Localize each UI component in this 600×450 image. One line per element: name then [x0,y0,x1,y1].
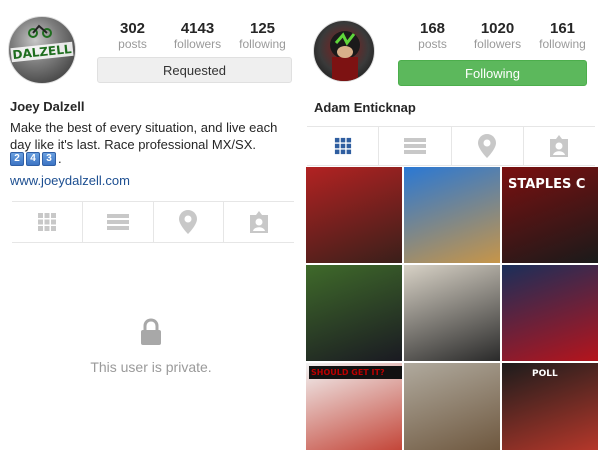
photo-thumbnail[interactable] [502,265,598,361]
tagged-photos-icon [550,135,569,157]
profile-avatar[interactable]: DALZELL [8,16,76,84]
stat-posts[interactable]: 302 posts [100,20,165,51]
stat-value: 125 [249,20,276,37]
profile-stats: 302 posts 4143 followers 125 following [100,20,295,51]
stat-label: following [239,37,286,51]
following-button[interactable]: Following [398,60,587,86]
location-pin-icon [179,210,198,234]
keycap-emoji: 4 [26,151,40,166]
keycap-emoji: 3 [42,151,56,166]
profile-avatar[interactable] [313,20,375,82]
stat-value: 161 [549,20,576,37]
tab-list[interactable] [379,127,452,165]
photo-grid: STAPLES C SHOULD GET IT? POLL [306,167,598,450]
photo-thumbnail[interactable]: STAPLES C [502,167,598,263]
stat-label: followers [173,37,222,51]
stat-label: posts [118,37,147,51]
private-account-notice: This user is private. [12,318,290,375]
requested-button[interactable]: Requested [97,57,292,83]
stat-following[interactable]: 161 following [530,20,595,51]
tab-grid[interactable] [12,202,83,242]
bio-keycap-emojis: 2 4 3 . [10,151,62,166]
photo-thumbnail[interactable] [404,265,500,361]
stat-value: 1020 [480,20,515,37]
photo-thumbnail[interactable] [404,363,500,450]
stat-value: 4143 [180,20,215,37]
photo-thumbnail[interactable]: SHOULD GET IT? [306,363,402,450]
keycap-emoji: 2 [10,151,24,166]
photo-thumbnail[interactable] [306,167,402,263]
photo-sign-text: SHOULD GET IT? [309,366,402,379]
bio-period: . [58,151,62,166]
avatar-logo-text: DALZELL [10,41,74,62]
stat-label: posts [418,37,447,51]
grid-icon [37,213,56,231]
profile-view-tabs [307,126,595,166]
stat-value: 302 [119,20,146,37]
tab-map[interactable] [154,202,225,242]
stat-label: followers [473,37,522,51]
stat-following[interactable]: 125 following [230,20,295,51]
photo-sign-text: STAPLES C [508,177,586,192]
tab-map[interactable] [452,127,524,165]
profile-name: Joey Dalzell [10,99,85,114]
public-profile-panel: 168 posts 1020 followers 161 following F… [300,0,600,450]
profile-website-link[interactable]: www.joeydalzell.com [10,173,130,188]
photo-sign-text: POLL [532,369,558,379]
list-icon [106,214,129,230]
private-message: This user is private. [90,359,212,375]
location-pin-icon [478,134,497,158]
stat-followers[interactable]: 1020 followers [465,20,530,51]
lock-icon [141,318,161,345]
tab-grid[interactable] [307,127,380,165]
profile-bio: Make the best of every situation, and li… [10,120,278,152]
photo-thumbnail[interactable] [404,167,500,263]
grid-icon [334,137,351,155]
stat-followers[interactable]: 4143 followers [165,20,230,51]
tab-tagged[interactable] [524,127,595,165]
rider-avatar-photo [330,31,360,81]
stat-value: 168 [419,20,446,37]
profile-stats: 168 posts 1020 followers 161 following [400,20,595,51]
photo-thumbnail[interactable]: POLL [502,363,598,450]
private-profile-panel: DALZELL 302 posts 4143 followers 125 fol… [0,0,300,450]
photo-thumbnail[interactable] [306,265,402,361]
stat-label: following [539,37,586,51]
stat-posts[interactable]: 168 posts [400,20,465,51]
tab-tagged[interactable] [224,202,294,242]
tagged-photos-icon [250,211,269,233]
profile-name: Adam Enticknap [314,100,416,115]
tab-list[interactable] [83,202,154,242]
list-icon [403,138,426,154]
motocross-logo-icon [28,24,52,38]
profile-view-tabs [12,201,294,243]
